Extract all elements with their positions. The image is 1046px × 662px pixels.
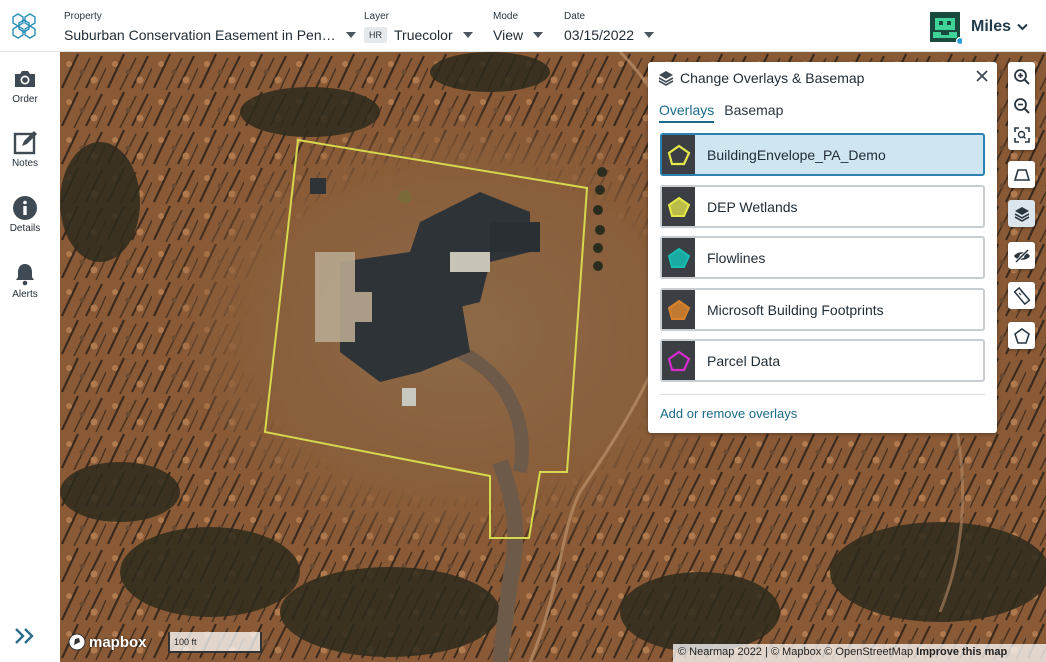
draw-polygon-button[interactable] — [1008, 322, 1035, 349]
sidebar-item-order[interactable]: Order — [0, 66, 50, 105]
camera-icon — [15, 71, 35, 87]
sidebar-item-details[interactable]: Details — [0, 195, 50, 234]
overlay-label: Flowlines — [707, 249, 766, 266]
caret-down-icon — [462, 32, 473, 38]
left-sidebar: Order Notes Details Alerts — [0, 52, 60, 662]
polygon-icon — [667, 196, 690, 217]
zoom-to-fit-button[interactable] — [1008, 120, 1035, 149]
overlay-item-dep-wetlands[interactable]: DEP Wetlands — [660, 185, 985, 228]
layer-value: Truecolor — [394, 27, 453, 43]
zoom-in-button[interactable] — [1008, 62, 1035, 91]
layers-icon — [1014, 206, 1029, 222]
info-icon — [13, 196, 37, 220]
mapbox-icon — [68, 633, 86, 651]
panel-tabs: Overlays Basemap — [659, 102, 793, 123]
overlays-panel: Change Overlays & Basemap Overlays Basem… — [648, 62, 997, 433]
date-selector[interactable]: Date 03/15/2022 — [564, 10, 655, 45]
property-value: Suburban Conservation Easement in Pen… — [64, 27, 336, 43]
date-value: 03/15/2022 — [564, 27, 635, 43]
tab-basemap[interactable]: Basemap — [724, 102, 783, 123]
caret-down-icon — [345, 32, 356, 38]
sidebar-item-alerts[interactable]: Alerts — [0, 261, 50, 300]
app-logo[interactable] — [10, 12, 42, 40]
eye-slash-icon — [1013, 248, 1030, 263]
polygon-icon — [667, 247, 690, 268]
perspective-button[interactable] — [1008, 161, 1035, 188]
zoom-in-icon — [1013, 68, 1030, 85]
zoom-controls — [1008, 62, 1035, 150]
overlay-label: DEP Wetlands — [707, 198, 798, 215]
overlay-item-buildingenvelope[interactable]: BuildingEnvelope_PA_Demo — [660, 133, 985, 176]
sidebar-item-label: Details — [9, 223, 41, 234]
add-remove-overlays-link[interactable]: Add or remove overlays — [660, 406, 797, 421]
user-menu[interactable]: Miles — [930, 12, 1028, 46]
layer-selector[interactable]: Layer HR Truecolor — [364, 10, 473, 45]
caret-down-icon — [533, 32, 544, 38]
bell-icon — [16, 264, 34, 286]
close-icon[interactable] — [975, 69, 989, 83]
improve-map-link[interactable]: Improve this map — [916, 646, 1007, 658]
user-name: Miles — [971, 18, 1012, 35]
layers-icon — [658, 71, 674, 86]
polygon-draw-icon — [1013, 327, 1030, 344]
sidebar-item-label: Notes — [11, 158, 39, 169]
overlay-label: Parcel Data — [707, 352, 781, 369]
zoom-out-icon — [1013, 97, 1030, 114]
hide-overlays-button[interactable] — [1008, 242, 1035, 269]
hr-badge: HR — [364, 27, 387, 43]
measure-button[interactable] — [1008, 282, 1035, 309]
trapezoid-icon — [1013, 168, 1030, 181]
overlay-label: BuildingEnvelope_PA_Demo — [707, 146, 886, 163]
overlay-item-parcel-data[interactable]: Parcel Data — [660, 339, 985, 382]
polygon-icon — [667, 350, 690, 371]
overlay-label: Microsoft Building Footprints — [707, 301, 884, 318]
caret-down-icon — [644, 32, 655, 38]
divider — [660, 394, 985, 395]
date-label: Date — [564, 11, 586, 22]
mapbox-text: mapbox — [89, 633, 147, 651]
tab-overlays[interactable]: Overlays — [659, 102, 715, 123]
property-selector[interactable]: Property Suburban Conservation Easement … — [64, 10, 356, 45]
panel-title: Change Overlays & Basemap — [680, 70, 865, 86]
polygon-icon — [667, 299, 690, 320]
avatar — [930, 12, 965, 46]
fit-bounds-icon — [1013, 126, 1030, 143]
layers-button[interactable] — [1008, 200, 1035, 227]
mode-selector[interactable]: Mode View — [493, 10, 544, 45]
mode-value: View — [493, 27, 524, 43]
layer-label: Layer — [364, 11, 390, 22]
top-bar: Property Suburban Conservation Easement … — [0, 0, 1046, 52]
notes-icon — [13, 131, 37, 155]
attribution-text: © Nearmap 2022 | © Mapbox © OpenStreetMa… — [678, 646, 914, 658]
scale-bar: 100 ft — [168, 632, 262, 653]
overlay-item-flowlines[interactable]: Flowlines — [660, 236, 985, 279]
sidebar-item-notes[interactable]: Notes — [0, 130, 50, 169]
sidebar-item-label: Alerts — [12, 289, 38, 300]
mode-label: Mode — [493, 11, 519, 22]
avatar-robot-icon — [930, 12, 965, 46]
map-attribution: © Nearmap 2022 | © Mapbox © OpenStreetMa… — [673, 644, 1046, 662]
polygon-icon — [667, 144, 690, 165]
chevron-down-icon — [1017, 23, 1028, 31]
property-label: Property — [64, 11, 102, 22]
zoom-out-button[interactable] — [1008, 91, 1035, 120]
overlay-item-microsoft-building-footprints[interactable]: Microsoft Building Footprints — [660, 288, 985, 331]
scale-label: 100 ft — [174, 637, 197, 647]
double-chevron-right-icon[interactable] — [12, 626, 38, 646]
mapbox-logo[interactable]: mapbox — [68, 633, 147, 651]
sidebar-item-label: Order — [12, 94, 38, 105]
ruler-icon — [1013, 286, 1030, 305]
